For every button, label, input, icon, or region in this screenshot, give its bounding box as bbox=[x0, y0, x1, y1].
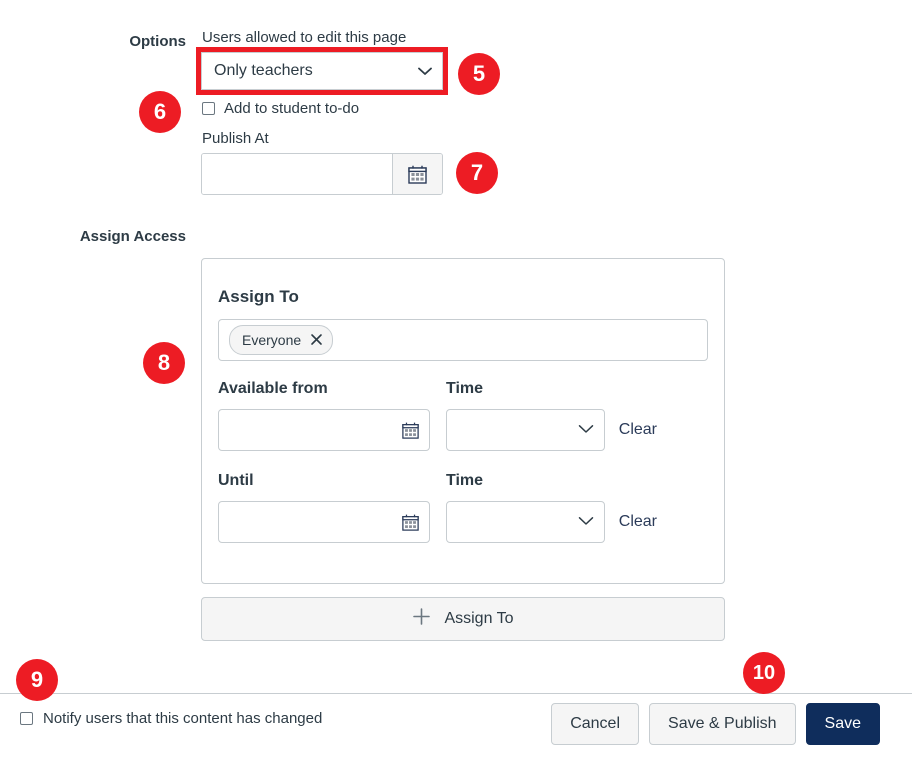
save-and-publish-button[interactable]: Save & Publish bbox=[649, 703, 796, 745]
close-icon[interactable] bbox=[310, 333, 323, 348]
chevron-down-icon[interactable] bbox=[578, 421, 594, 439]
callout-badge-9: 9 bbox=[16, 659, 58, 701]
add-to-student-todo-label: Add to student to-do bbox=[224, 100, 360, 117]
users-allowed-label: Users allowed to edit this page bbox=[202, 29, 407, 46]
callout-badge-7: 7 bbox=[456, 152, 498, 194]
publish-at-calendar-button[interactable] bbox=[392, 154, 442, 194]
until-label: Until bbox=[218, 472, 254, 489]
until-clear-link[interactable]: Clear bbox=[619, 501, 657, 543]
calendar-icon[interactable] bbox=[402, 422, 419, 439]
assign-to-token-label: Everyone bbox=[242, 332, 302, 348]
options-section-label: Options bbox=[129, 33, 186, 50]
plus-icon bbox=[412, 607, 431, 631]
publish-at-field-group bbox=[201, 153, 443, 195]
users-allowed-select[interactable]: Only teachers bbox=[201, 52, 443, 90]
add-assign-to-label: Assign To bbox=[444, 610, 514, 627]
available-from-time-label: Time bbox=[446, 380, 484, 397]
add-to-student-todo-checkbox[interactable] bbox=[202, 102, 215, 115]
available-from-time-input[interactable] bbox=[446, 409, 605, 451]
assign-to-label: Assign To bbox=[218, 287, 299, 306]
publish-at-input[interactable] bbox=[202, 154, 392, 194]
users-allowed-select-highlight: Only teachers bbox=[196, 47, 448, 95]
until-date-input[interactable] bbox=[218, 501, 430, 543]
cancel-button[interactable]: Cancel bbox=[551, 703, 640, 745]
notify-users-checkbox[interactable] bbox=[20, 712, 33, 725]
users-allowed-select-value: Only teachers bbox=[214, 62, 313, 79]
callout-badge-6: 6 bbox=[139, 91, 181, 133]
available-from-clear-link[interactable]: Clear bbox=[619, 409, 657, 451]
until-time-input[interactable] bbox=[446, 501, 605, 543]
add-to-student-todo-row[interactable]: Add to student to-do bbox=[202, 100, 359, 117]
footer-divider bbox=[0, 693, 912, 694]
add-assign-to-button[interactable]: Assign To bbox=[201, 597, 725, 641]
calendar-icon bbox=[408, 165, 427, 184]
notify-users-row[interactable]: Notify users that this content has chang… bbox=[20, 710, 322, 727]
until-time-label: Time bbox=[446, 472, 484, 489]
callout-badge-10: 10 bbox=[743, 652, 785, 694]
chevron-down-icon bbox=[418, 67, 432, 76]
available-from-date-input[interactable] bbox=[218, 409, 430, 451]
save-button[interactable]: Save bbox=[805, 703, 880, 745]
notify-users-label: Notify users that this content has chang… bbox=[43, 710, 323, 727]
assign-to-token-everyone[interactable]: Everyone bbox=[229, 325, 334, 355]
available-from-label: Available from bbox=[218, 380, 328, 397]
callout-badge-5: 5 bbox=[458, 53, 500, 95]
chevron-down-icon[interactable] bbox=[578, 513, 594, 531]
publish-at-label: Publish At bbox=[202, 130, 269, 147]
calendar-icon[interactable] bbox=[402, 514, 419, 531]
footer-actions: Cancel Save & Publish Save bbox=[551, 703, 880, 745]
callout-badge-8: 8 bbox=[143, 342, 185, 384]
assign-access-section-label: Assign Access bbox=[79, 228, 186, 245]
assign-to-input[interactable]: Everyone bbox=[218, 319, 708, 361]
assign-access-card: Assign To Everyone Available from Time C… bbox=[201, 258, 725, 584]
